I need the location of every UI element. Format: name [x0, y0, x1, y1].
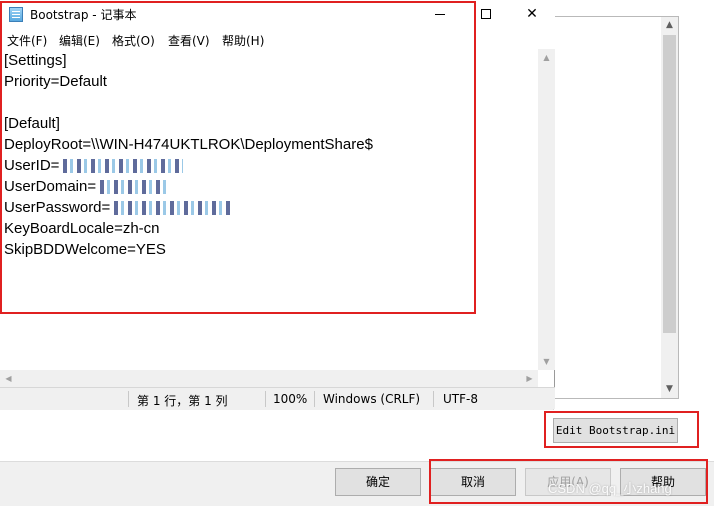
text-line: Priority=Default: [4, 73, 107, 90]
redacted-value: [63, 159, 184, 174]
line-ending: Windows (CRLF): [323, 392, 421, 406]
dialog-vertical-scrollbar[interactable]: ▲ ▼: [661, 17, 678, 398]
scroll-right-arrow-icon[interactable]: ▶: [521, 370, 538, 387]
ok-button[interactable]: 确定: [335, 468, 421, 496]
menu-edit[interactable]: 编辑(E): [59, 32, 100, 49]
text-editor[interactable]: [Settings] Priority=Default [Default] De…: [0, 49, 538, 370]
scroll-down-arrow-icon[interactable]: ▼: [661, 381, 678, 398]
status-separator: [265, 391, 266, 407]
menu-format[interactable]: 格式(O): [112, 32, 155, 49]
userpassword-key: UserPassword=: [4, 199, 111, 216]
zoom-level: 100%: [273, 392, 308, 406]
menu-help[interactable]: 帮助(H): [222, 32, 264, 49]
status-bar: 第 1 行，第 1 列 100% Windows (CRLF) UTF-8: [0, 387, 555, 409]
text-line-userid: UserID=: [4, 157, 184, 174]
redacted-value: [100, 180, 169, 195]
cancel-button[interactable]: 取消: [430, 468, 516, 496]
edit-bootstrap-button[interactable]: Edit Bootstrap.ini: [553, 418, 678, 443]
status-separator: [128, 391, 129, 407]
cursor-position: 第 1 行，第 1 列: [137, 394, 228, 408]
userdomain-key: UserDomain=: [4, 178, 97, 195]
notepad-window: Bootstrap - 记事本 ✕ 文件(F) 编辑(E) 格式(O) 查看(V…: [0, 0, 555, 409]
scroll-left-arrow-icon[interactable]: ◀: [0, 370, 17, 387]
text-line: KeyBoardLocale=zh-cn: [4, 220, 160, 237]
text-line: SkipBDDWelcome=YES: [4, 241, 166, 258]
userid-key: UserID=: [4, 157, 60, 174]
text-line: [Settings]: [4, 52, 67, 69]
scrollbar-thumb[interactable]: [663, 35, 676, 333]
text-line: DeployRoot=\\WIN-H474UKTLROK\DeploymentS…: [4, 136, 373, 153]
scroll-up-arrow-icon[interactable]: ▲: [661, 17, 678, 34]
maximize-icon[interactable]: [463, 0, 509, 29]
editor-horizontal-scrollbar[interactable]: ◀ ▶: [0, 370, 538, 387]
notepad-app-icon: [9, 7, 23, 22]
close-icon[interactable]: ✕: [509, 0, 555, 29]
text-line: [Default]: [4, 115, 60, 132]
menu-bar: 文件(F) 编辑(E) 格式(O) 查看(V) 帮助(H): [0, 29, 555, 49]
text-line-userdomain: UserDomain=: [4, 178, 169, 195]
watermark: CSDN @qq_小zhang: [548, 481, 672, 496]
minimize-icon[interactable]: [417, 0, 463, 29]
menu-file[interactable]: 文件(F): [7, 32, 47, 49]
status-separator: [433, 391, 434, 407]
window-title: Bootstrap - 记事本: [30, 8, 137, 22]
text-line-userpassword: UserPassword=: [4, 199, 233, 216]
scroll-up-arrow-icon[interactable]: ▲: [538, 49, 555, 66]
status-separator: [314, 391, 315, 407]
editor-vertical-scrollbar[interactable]: ▲ ▼: [538, 49, 555, 370]
menu-view[interactable]: 查看(V): [168, 32, 210, 49]
title-bar[interactable]: Bootstrap - 记事本 ✕: [0, 0, 555, 29]
encoding: UTF-8: [443, 392, 478, 406]
scroll-down-arrow-icon[interactable]: ▼: [538, 353, 555, 370]
redacted-value: [114, 201, 233, 216]
